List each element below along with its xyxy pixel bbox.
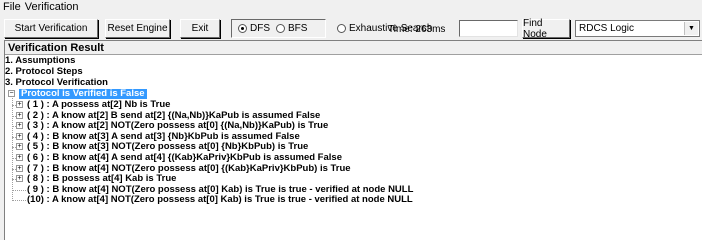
toolbar: Start Verification Reset Engine Exit DFS… xyxy=(0,14,702,40)
expand-icon[interactable]: + xyxy=(16,175,23,183)
exit-button[interactable]: Exit xyxy=(180,19,220,38)
reset-engine-label: Reset Engine xyxy=(107,23,168,34)
bfs-radio[interactable] xyxy=(276,24,285,33)
expand-icon[interactable]: + xyxy=(16,164,23,172)
start-verification-button[interactable]: Start Verification xyxy=(4,19,98,38)
find-node-label: Find Node xyxy=(523,17,547,40)
dfs-radio[interactable] xyxy=(238,24,247,33)
section-protocol-steps[interactable]: 2. Protocol Steps xyxy=(5,67,83,77)
start-verification-label: Start Verification xyxy=(14,23,88,34)
exit-label: Exit xyxy=(191,23,209,34)
verification-result-panel: Verification Result 1. Assumptions 2. Pr… xyxy=(4,40,702,240)
tree-node[interactable]: ( 4 ) : B know at[3] A send at[3] {Nb}Kb… xyxy=(27,131,300,142)
menu-file[interactable]: File xyxy=(2,1,24,13)
tree-node[interactable]: ( 9 ) : B know at[4] NOT(Zero possess at… xyxy=(27,184,413,195)
chevron-down-icon[interactable]: ▼ xyxy=(684,22,698,35)
tree-node[interactable]: ( 5 ) : B know at[3] NOT(Zero possess at… xyxy=(27,142,308,152)
expand-icon[interactable]: + xyxy=(16,154,23,161)
tree-node[interactable]: ( 2 ) : A know at[2] B send at[2] {(Na,N… xyxy=(27,110,320,121)
tree-connector xyxy=(12,200,26,202)
expand-icon[interactable]: + xyxy=(16,143,23,151)
bfs-label: BFS xyxy=(288,23,308,34)
panel-title: Verification Result xyxy=(5,41,702,55)
section-assumptions[interactable]: 1. Assumptions xyxy=(5,56,75,66)
dfs-label: DFS xyxy=(250,23,270,34)
menu-bar: File Verification xyxy=(0,0,702,14)
reset-engine-button[interactable]: Reset Engine xyxy=(105,19,170,38)
tree-connector xyxy=(12,189,26,191)
exhaustive-radio[interactable] xyxy=(337,24,346,33)
expand-icon[interactable]: + xyxy=(16,101,23,108)
expand-icon[interactable]: + xyxy=(16,111,23,119)
tree-connector-line xyxy=(12,98,13,200)
expand-icon[interactable]: + xyxy=(16,122,23,130)
logic-select[interactable]: RDCS Logic ▼ xyxy=(575,20,700,37)
menu-verification[interactable]: Verification xyxy=(24,1,82,13)
time-readout: Time: 263ms xyxy=(388,24,446,35)
logic-select-value: RDCS Logic xyxy=(579,23,635,34)
tree-node[interactable]: ( 7 ) : B know at[4] NOT(Zero possess at… xyxy=(27,163,351,174)
root-node[interactable]: Protocol is Verified is False xyxy=(19,89,147,99)
find-node-button[interactable]: Find Node xyxy=(522,17,570,40)
tree-node[interactable]: ( 3 ) : A know at[2] NOT(Zero possess at… xyxy=(27,121,328,131)
tree-node[interactable]: ( 8 ) : B possess at[4] Kab is True xyxy=(27,174,176,184)
tree-node[interactable]: (10) : A know at[4] NOT(Zero possess at[… xyxy=(27,195,413,205)
find-node-input[interactable] xyxy=(459,20,518,37)
expand-icon[interactable]: + xyxy=(16,132,23,140)
section-protocol-verification[interactable]: 3. Protocol Verification xyxy=(5,78,108,88)
tree-node[interactable]: ( 1 ) : A possess at[2] Nb is True xyxy=(27,100,170,110)
tree-node[interactable]: ( 6 ) : B know at[4] A send at[4] {(Kab}… xyxy=(27,153,342,163)
search-mode-group: DFS BFS xyxy=(231,19,326,38)
collapse-icon[interactable]: − xyxy=(8,90,15,97)
